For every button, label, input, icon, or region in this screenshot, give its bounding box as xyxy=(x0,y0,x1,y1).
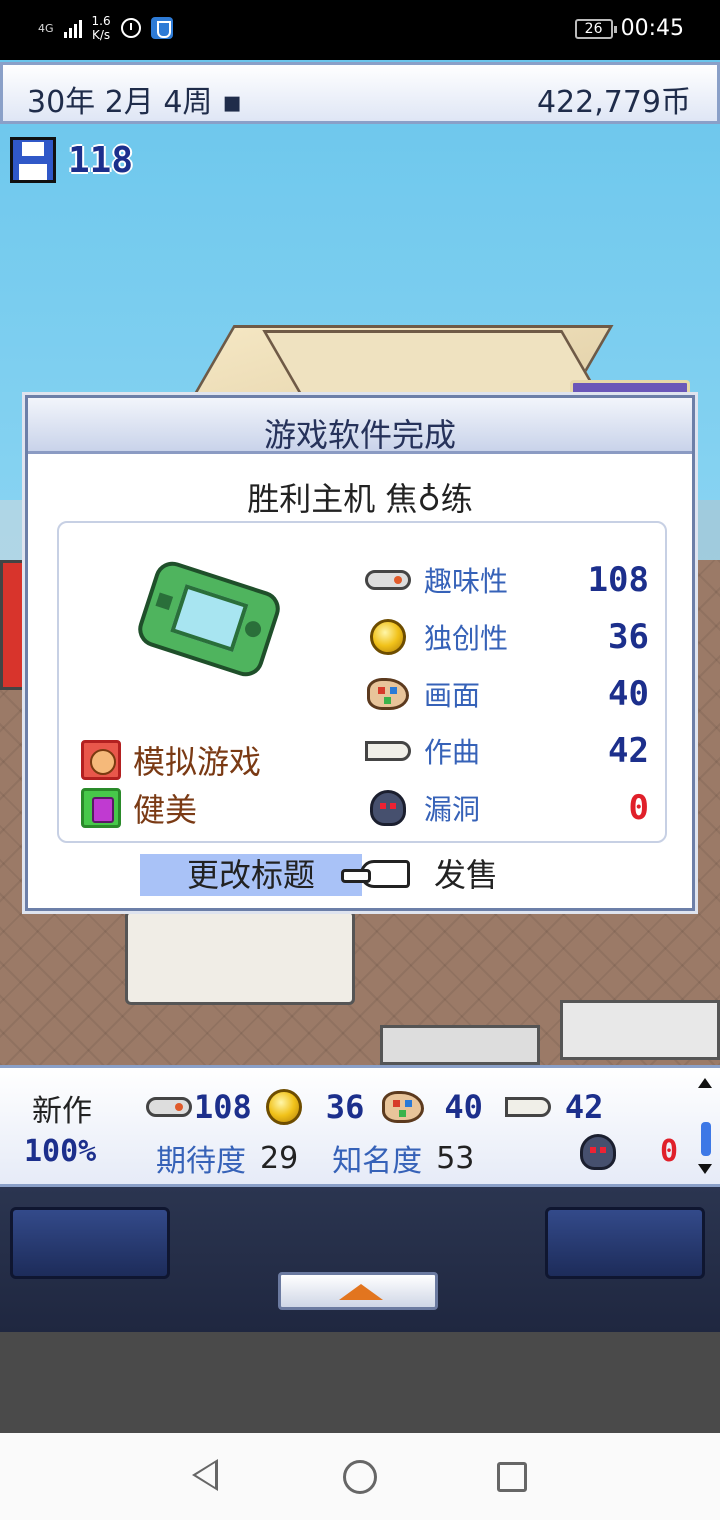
bug-icon xyxy=(364,788,412,828)
back-icon[interactable] xyxy=(192,1459,218,1491)
stat-label: 独创性 xyxy=(424,622,509,655)
bug-icon xyxy=(580,1134,616,1170)
sound-value: 42 xyxy=(564,1088,604,1126)
recent-apps-icon[interactable] xyxy=(497,1462,527,1492)
scroll-up-icon[interactable] xyxy=(698,1078,712,1088)
game-complete-dialog: 游戏软件完成 胜利主机 焦♁练 模拟游戏 健美 趣味性 108 独创性 36 画… xyxy=(25,395,695,911)
new-game-status-panel: 新作 100% 108 36 40 42 期待度 29 知名度 53 0 xyxy=(0,1065,720,1187)
status-left: 4G 1.6 K/s xyxy=(38,14,173,42)
navigation-bar xyxy=(0,1433,720,1520)
stat-value: 40 xyxy=(608,674,649,714)
right-menu-button[interactable] xyxy=(545,1207,705,1279)
alarm-icon xyxy=(120,18,141,38)
stat-label: 趣味性 xyxy=(424,565,509,598)
stat-graphics: 画面 40 xyxy=(364,669,649,719)
dialog-titlebar: 游戏软件完成 xyxy=(28,398,692,454)
gamepad-icon xyxy=(146,1097,192,1117)
fame-label: 知名度 xyxy=(332,1144,423,1179)
stat-value: 42 xyxy=(608,731,649,771)
sell-button[interactable]: 发售 xyxy=(434,854,524,896)
new-game-label: 新作 xyxy=(32,1094,92,1129)
console-screen xyxy=(170,584,249,653)
face-icon xyxy=(81,740,121,780)
game-menu-area xyxy=(0,1187,720,1332)
expectation-value: 29 xyxy=(260,1140,299,1176)
genre-label: 模拟游戏 xyxy=(133,743,262,781)
bookshelf xyxy=(560,1000,720,1060)
coin-icon xyxy=(364,617,412,657)
pointing-hand-icon xyxy=(341,860,410,888)
expectation-label: 期待度 xyxy=(156,1144,246,1179)
stat-label: 画面 xyxy=(424,679,481,712)
fun-value: 108 xyxy=(194,1088,252,1126)
stat-value: 108 xyxy=(587,560,649,600)
stat-summary: 108 36 40 42 xyxy=(146,1088,611,1126)
stat-creativity: 独创性 36 xyxy=(364,612,649,662)
stat-sound: 作曲 42 xyxy=(364,726,649,776)
network-speed: 1.6 K/s xyxy=(91,14,111,42)
palette-icon xyxy=(382,1091,425,1123)
progress-percent: 100% xyxy=(24,1134,97,1169)
fame-value: 53 xyxy=(436,1140,475,1176)
panel-scrollbar[interactable] xyxy=(698,1078,714,1178)
stat-value: 0 xyxy=(628,788,649,828)
battery-icon: 26 xyxy=(574,18,617,39)
office-desk xyxy=(125,910,355,1005)
scroll-down-icon[interactable] xyxy=(698,1164,712,1174)
left-menu-button[interactable] xyxy=(10,1207,170,1279)
coin-icon xyxy=(265,1089,302,1125)
money-display: 422,779币 xyxy=(536,85,691,120)
status-bar: 4G 1.6 K/s 26 00:45 xyxy=(0,0,720,60)
trumpet-icon xyxy=(364,731,412,771)
signal-icon xyxy=(63,18,82,38)
floppy-count: 118 xyxy=(68,139,134,181)
gem-icon xyxy=(81,788,121,828)
bookshelf-lower xyxy=(380,1025,540,1065)
clock: 00:45 xyxy=(620,16,684,41)
vending-machine xyxy=(0,560,28,690)
console-dpad xyxy=(155,592,174,611)
gamepad-icon xyxy=(364,560,412,600)
rename-title-button[interactable]: 更改标题 xyxy=(140,854,362,896)
genre-label: 健美 xyxy=(133,791,198,829)
reputation-line: 期待度 29 知名度 53 xyxy=(156,1136,494,1180)
bug-value: 0 xyxy=(660,1134,679,1169)
network-type: 4G xyxy=(38,21,54,35)
console-button xyxy=(242,619,264,640)
game-name: 胜利主机 焦♁练 xyxy=(247,480,473,518)
dialog-title: 游戏软件完成 xyxy=(263,416,456,454)
stat-label: 作曲 xyxy=(424,736,481,769)
stat-label: 漏洞 xyxy=(424,793,481,826)
floppy-disk-icon xyxy=(10,137,56,183)
stat-fun: 趣味性 108 xyxy=(364,555,649,605)
scroll-thumb[interactable] xyxy=(701,1122,711,1156)
shield-icon xyxy=(150,17,173,39)
genre-row-2: 健美 xyxy=(81,785,197,831)
stat-value: 36 xyxy=(608,617,649,657)
handheld-console-icon xyxy=(133,557,285,681)
genre-row-1: 模拟游戏 xyxy=(81,737,261,783)
game-date: 30年 2月 4周 ▪ xyxy=(27,85,243,120)
palette-icon xyxy=(364,674,412,714)
expand-menu-button[interactable] xyxy=(278,1272,438,1310)
creativity-value: 36 xyxy=(325,1088,365,1126)
trumpet-icon xyxy=(504,1097,551,1117)
floppy-counter: 118 xyxy=(10,137,133,183)
game-info-panel: 模拟游戏 健美 趣味性 108 独创性 36 画面 40 作曲 42 漏洞 0 xyxy=(57,521,667,843)
empty-area xyxy=(0,1332,720,1433)
top-info-bar: 30年 2月 4周 ▪ 422,779币 xyxy=(0,62,720,124)
stat-bugs: 漏洞 0 xyxy=(364,783,649,833)
home-icon[interactable] xyxy=(343,1460,377,1494)
graphics-value: 40 xyxy=(444,1088,483,1126)
status-right: 26 00:45 xyxy=(574,16,684,41)
